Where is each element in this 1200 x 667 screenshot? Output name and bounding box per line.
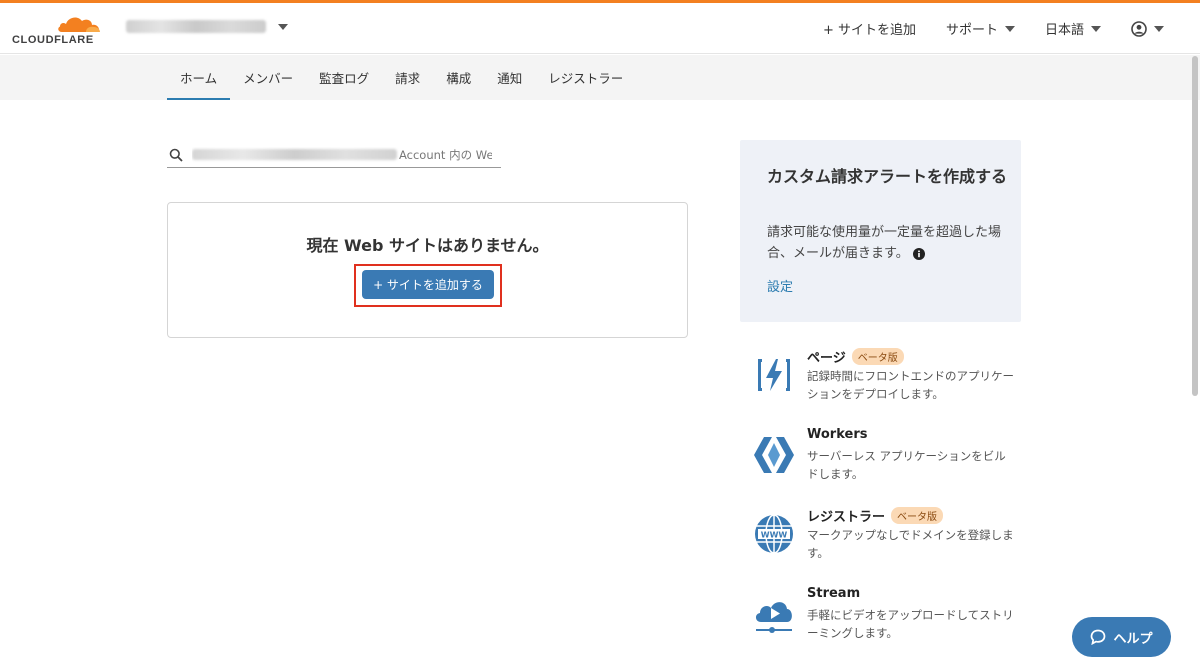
product-header: ページ ベータ版 xyxy=(807,347,904,366)
tab-billing[interactable]: 請求 xyxy=(382,55,433,100)
tab-notifications[interactable]: 通知 xyxy=(484,55,535,100)
tab-members[interactable]: メンバー xyxy=(230,55,306,100)
search-placeholder-text: Account 内の Web xyxy=(399,147,492,162)
no-sites-card: 現在 Web サイトはありません。 + サイトを追加する xyxy=(167,202,688,338)
tab-audit-log[interactable]: 監査ログ xyxy=(306,55,382,100)
top-bar: CLOUDFLARE + サイトを追加 サポート 日本語 xyxy=(0,3,1200,54)
billing-alert-title: カスタム請求アラートを作成する xyxy=(767,167,1008,186)
tab-label: メンバー xyxy=(243,71,294,86)
add-site-link[interactable]: + サイトを追加 xyxy=(823,19,916,38)
product-name: レジストラー xyxy=(807,510,886,525)
account-switcher[interactable] xyxy=(126,20,288,33)
account-name-redacted xyxy=(192,149,397,160)
beta-badge: ベータ版 xyxy=(891,507,944,524)
product-description: サーバーレス アプリケーションをビルドします。 xyxy=(807,449,1006,481)
svg-text:WWW: WWW xyxy=(761,531,788,540)
user-menu[interactable] xyxy=(1131,20,1164,37)
pages-bolt-icon xyxy=(758,359,790,391)
beta-badge: ベータ版 xyxy=(851,348,904,365)
tab-label: 監査ログ xyxy=(319,71,370,86)
chat-bubble-icon xyxy=(1091,629,1106,645)
chevron-down-icon xyxy=(1091,25,1101,32)
chevron-down-icon xyxy=(278,23,288,30)
product-header: Stream xyxy=(807,586,860,601)
stream-cloud-play-icon xyxy=(755,602,792,633)
tab-label: 請求 xyxy=(395,71,421,86)
language-menu[interactable]: 日本語 xyxy=(1045,19,1101,38)
tab-list: ホーム メンバー 監査ログ 請求 構成 通知 レジストラー xyxy=(167,55,636,100)
www-globe-icon: WWW xyxy=(755,514,793,554)
cloud-logo-icon xyxy=(58,17,100,32)
add-site-label: + サイトを追加 xyxy=(822,23,916,38)
top-right-menu: + サイトを追加 サポート 日本語 xyxy=(793,3,1164,54)
help-label: ヘルプ xyxy=(1113,631,1153,647)
product-description: 手軽にビデオをアップロードしてストリーミングします。 xyxy=(807,608,1014,640)
help-button[interactable]: ヘルプ xyxy=(1072,617,1171,657)
billing-alert-body: 請求可能な使用量が一定量を超過した場合、メールが届きます。 xyxy=(767,222,1007,264)
tab-label: レジストラー xyxy=(548,71,624,86)
billing-alert-text: 請求可能な使用量が一定量を超過した場合、メールが届きます。 xyxy=(767,225,1002,261)
info-icon[interactable] xyxy=(912,247,925,260)
support-menu[interactable]: サポート xyxy=(946,19,1015,38)
product-name: Stream xyxy=(807,586,861,601)
workers-hex-icon xyxy=(754,437,794,473)
language-label: 日本語 xyxy=(1044,23,1084,38)
product-name: ページ xyxy=(807,351,846,366)
product-name: Workers xyxy=(807,427,868,442)
user-avatar-icon xyxy=(1131,20,1147,37)
logo-wordmark: CLOUDFLARE xyxy=(12,34,94,46)
billing-alert-card: カスタム請求アラートを作成する 請求可能な使用量が一定量を超過した場合、メールが… xyxy=(740,140,1021,322)
tab-label: 構成 xyxy=(446,71,472,86)
tab-configurations[interactable]: 構成 xyxy=(433,55,484,100)
support-label: サポート xyxy=(945,23,998,38)
chevron-down-icon xyxy=(1154,25,1164,32)
account-nav: ホーム メンバー 監査ログ 請求 構成 通知 レジストラー xyxy=(0,55,1200,100)
account-name-redacted xyxy=(126,20,266,33)
add-site-button[interactable]: + サイトを追加する xyxy=(362,270,494,299)
cloudflare-logo[interactable]: CLOUDFLARE xyxy=(12,13,104,47)
tab-label: ホーム xyxy=(180,71,218,86)
product-header: レジストラー ベータ版 xyxy=(807,506,944,525)
billing-alert-setup-link[interactable]: 設定 xyxy=(767,276,793,295)
site-search-input[interactable]: Account 内の Web xyxy=(167,142,501,168)
product-description: 記録時間にフロントエンドのアプリケーションをデプロイします。 xyxy=(807,369,1014,401)
product-description: マークアップなしでドメインを登録します。 xyxy=(807,528,1014,560)
page-scrollbar[interactable] xyxy=(1192,56,1198,396)
product-header: Workers xyxy=(807,427,867,442)
no-sites-title: 現在 Web サイトはありません。 xyxy=(306,236,549,255)
chevron-down-icon xyxy=(1004,25,1015,32)
tab-registrar[interactable]: レジストラー xyxy=(535,55,636,100)
search-icon xyxy=(169,148,183,162)
search-placeholder: Account 内の Web xyxy=(192,147,492,163)
tab-home[interactable]: ホーム xyxy=(167,55,231,100)
tab-label: 通知 xyxy=(497,71,523,86)
